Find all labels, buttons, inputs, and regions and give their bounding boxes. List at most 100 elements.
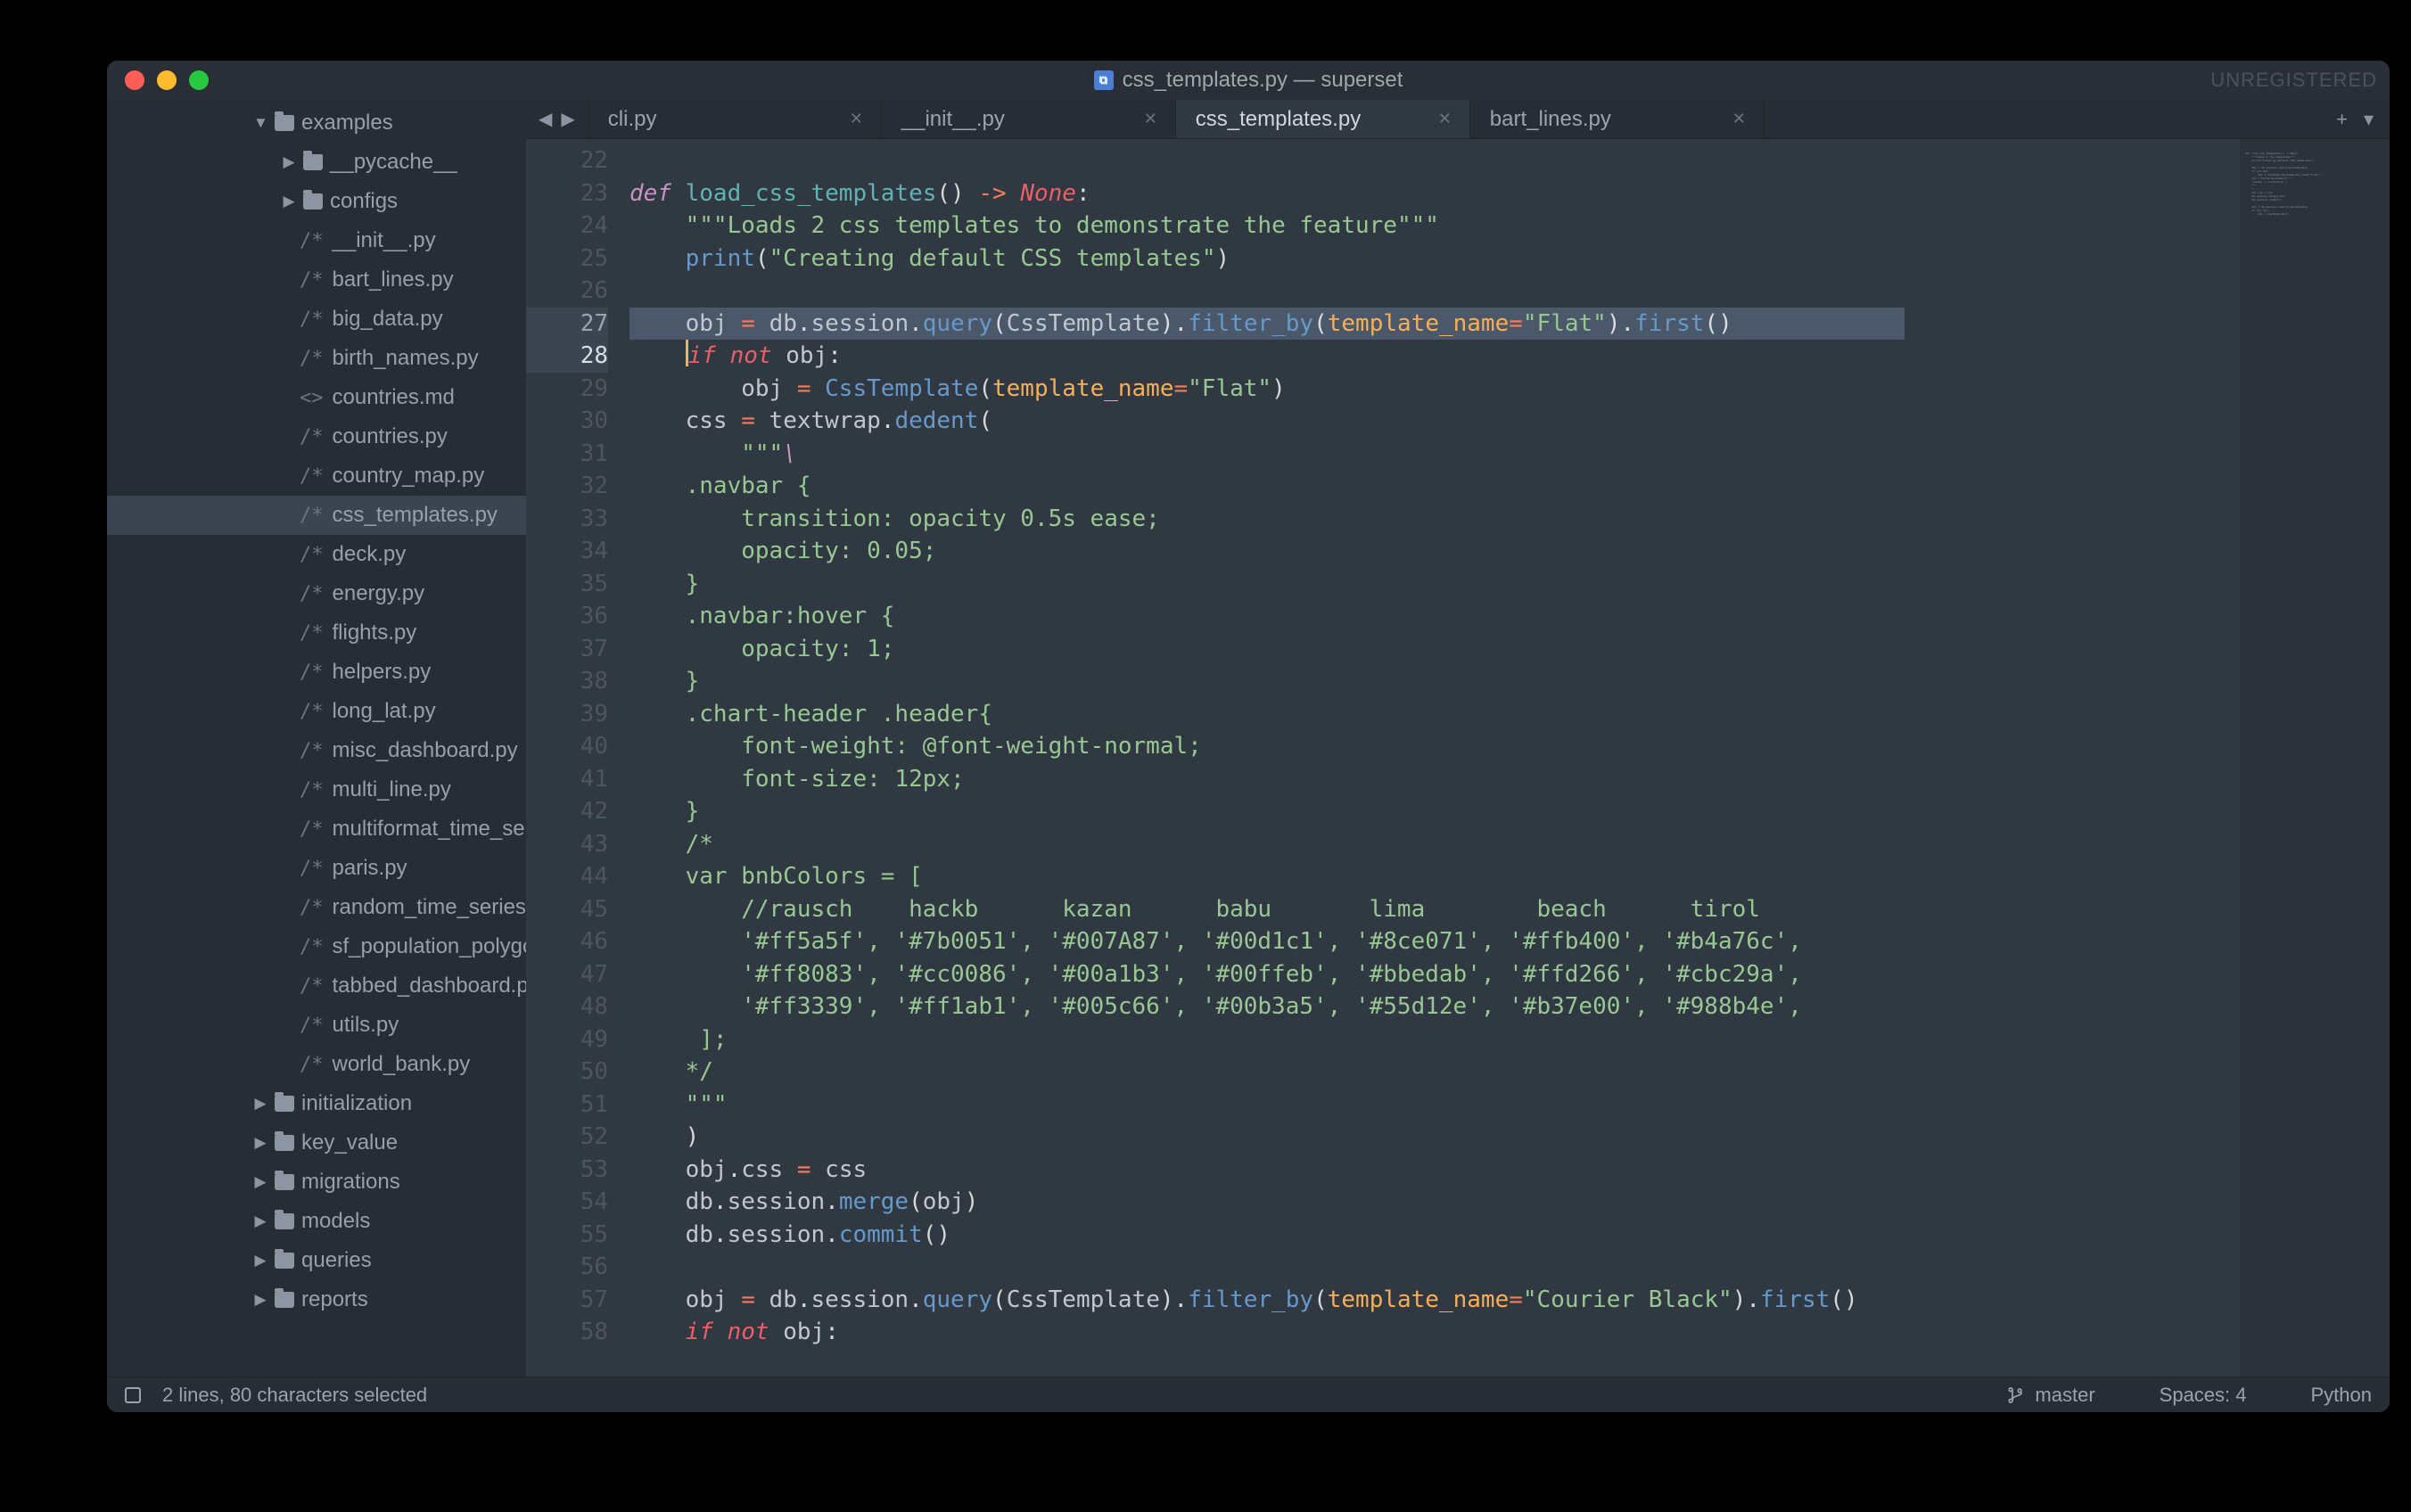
status-indent[interactable]: Spaces: 4 [2160,1384,2247,1407]
back-icon[interactable]: ◀ [539,108,552,130]
panel-toggle-icon[interactable] [125,1387,141,1403]
file-__init__.py[interactable]: /*__init__.py [107,221,526,260]
code-line[interactable]: var bnbColors = [ [629,860,2240,893]
minimize-button[interactable] [157,70,177,90]
code-line[interactable]: print("Creating default CSS templates") [629,242,2240,275]
folder-queries[interactable]: ▶queries [107,1241,526,1280]
file-paris.py[interactable]: /*paris.py [107,849,526,888]
folder-root[interactable]: ▼ examples [107,103,526,143]
window-controls [125,70,209,90]
tab-css_templates.py[interactable]: css_templates.py✕ [1176,100,1470,138]
folder-reports[interactable]: ▶reports [107,1280,526,1319]
close-tab-icon[interactable]: ✕ [1732,110,1746,128]
code-line[interactable] [629,1251,2240,1284]
status-branch[interactable]: master [2008,1384,2094,1407]
folder-configs[interactable]: ▶configs [107,182,526,221]
file-helpers.py[interactable]: /*helpers.py [107,653,526,692]
file-random_time_series.py[interactable]: /*random_time_series.py [107,888,526,927]
code-line[interactable]: } [629,795,2240,828]
file-css_templates.py[interactable]: /*css_templates.py [107,496,526,535]
new-tab-button[interactable]: + [2336,108,2348,131]
code-line[interactable]: opacity: 1; [629,633,2240,666]
file-bart_lines.py[interactable]: /*bart_lines.py [107,260,526,300]
status-language[interactable]: Python [2311,1384,2373,1407]
file-energy.py[interactable]: /*energy.py [107,574,526,613]
code-line[interactable]: '#ff5a5f', '#7b0051', '#007A87', '#00d1c… [629,925,2240,958]
code-line[interactable]: transition: opacity 0.5s ease; [629,503,2240,536]
code-line[interactable]: } [629,568,2240,601]
close-tab-icon[interactable]: ✕ [1438,110,1452,128]
code-line[interactable]: } [629,665,2240,698]
forward-icon[interactable]: ▶ [561,108,574,130]
folder-key_value[interactable]: ▶key_value [107,1123,526,1163]
code-line[interactable]: obj = CssTemplate(template_name="Flat") [629,373,2240,406]
code-line[interactable]: .chart-header .header{ [629,698,2240,731]
code-line[interactable]: """Loads 2 css templates to demonstrate … [629,210,2240,242]
code-line[interactable]: .navbar { [629,470,2240,503]
folder-models[interactable]: ▶models [107,1202,526,1241]
file-multiformat_time_series.py[interactable]: /*multiformat_time_series.py [107,809,526,849]
code-line[interactable]: '#ff8083', '#cc0086', '#00a1b3', '#00ffe… [629,958,2240,991]
tab-__init__.py[interactable]: __init__.py✕ [882,100,1176,138]
folder-migrations[interactable]: ▶migrations [107,1163,526,1202]
file-tabbed_dashboard.py[interactable]: /*tabbed_dashboard.py [107,966,526,1006]
code-line[interactable]: def load_css_templates() -> None: [629,177,2240,210]
code-line[interactable] [629,144,2240,177]
code-line[interactable]: ····obj·=·db.session.query(CssTemplate).… [629,308,1905,341]
code-line[interactable]: */ [629,1056,2240,1089]
file-type-icon: /* [300,269,324,292]
file-countries.md[interactable]: <>countries.md [107,378,526,417]
code-line[interactable]: if not obj: [629,340,2240,373]
code-line[interactable]: ]; [629,1023,2240,1056]
code-line[interactable]: db.session.merge(obj) [629,1186,2240,1219]
folder-initialization[interactable]: ▶initialization [107,1084,526,1123]
code-line[interactable]: //rausch hackb kazan babu lima beach tir… [629,893,2240,926]
chevron-right-icon: ▶ [282,153,296,171]
code-line[interactable]: opacity: 0.05; [629,535,2240,568]
file-birth_names.py[interactable]: /*birth_names.py [107,339,526,378]
file-countries.py[interactable]: /*countries.py [107,417,526,456]
file-sf_population_polygons.py[interactable]: /*sf_population_polygons.py [107,927,526,966]
code-editor[interactable]: 2223242526272829303132333435363738394041… [526,139,2390,1376]
code-line[interactable]: /* [629,828,2240,861]
code-area[interactable]: def load_css_templates() -> None: """Loa… [622,139,2240,1376]
code-line[interactable]: .navbar:hover { [629,600,2240,633]
tab-bar: ◀ ▶ cli.py✕__init__.py✕css_templates.py✕… [526,100,2390,139]
tab-cli.py[interactable]: cli.py✕ [588,100,882,138]
code-line[interactable]: font-weight: @font-weight-normal; [629,730,2240,763]
maximize-button[interactable] [189,70,209,90]
code-line[interactable]: """\ [629,438,2240,471]
file-utils.py[interactable]: /*utils.py [107,1006,526,1045]
code-line[interactable]: obj = db.session.query(CssTemplate).filt… [629,1284,2240,1317]
code-line[interactable]: db.session.commit() [629,1219,2240,1252]
file-type-icon: /* [300,465,324,488]
tab-menu-button[interactable]: ▾ [2364,108,2374,131]
code-line[interactable]: obj.css = css [629,1154,2240,1187]
file-deck.py[interactable]: /*deck.py [107,535,526,574]
minimap[interactable]: def load_css_templates() -> None: """Loa… [2240,139,2390,1376]
file-tree-sidebar[interactable]: ▼ examples ▶__pycache__▶configs /*__init… [107,100,526,1376]
code-line[interactable]: font-size: 12px; [629,763,2240,796]
file-multi_line.py[interactable]: /*multi_line.py [107,770,526,809]
close-tab-icon[interactable]: ✕ [850,110,863,128]
tab-history-nav[interactable]: ◀ ▶ [526,100,588,138]
code-line[interactable]: if not obj: [629,1316,2240,1349]
file-type-icon: /* [300,505,324,527]
file-world_bank.py[interactable]: /*world_bank.py [107,1045,526,1084]
file-big_data.py[interactable]: /*big_data.py [107,300,526,339]
code-line[interactable] [629,275,2240,308]
folder-__pycache__[interactable]: ▶__pycache__ [107,143,526,182]
file-flights.py[interactable]: /*flights.py [107,613,526,653]
file-long_lat.py[interactable]: /*long_lat.py [107,692,526,731]
file-type-icon: /* [300,936,324,958]
file-misc_dashboard.py[interactable]: /*misc_dashboard.py [107,731,526,770]
code-line[interactable]: css = textwrap.dedent( [629,405,2240,438]
line-gutter[interactable]: 2223242526272829303132333435363738394041… [526,139,622,1376]
tab-bart_lines.py[interactable]: bart_lines.py✕ [1470,100,1765,138]
code-line[interactable]: ) [629,1121,2240,1154]
file-country_map.py[interactable]: /*country_map.py [107,456,526,496]
code-line[interactable]: """ [629,1089,2240,1122]
code-line[interactable]: '#ff3339', '#ff1ab1', '#005c66', '#00b3a… [629,990,2240,1023]
close-button[interactable] [125,70,144,90]
close-tab-icon[interactable]: ✕ [1144,110,1157,128]
